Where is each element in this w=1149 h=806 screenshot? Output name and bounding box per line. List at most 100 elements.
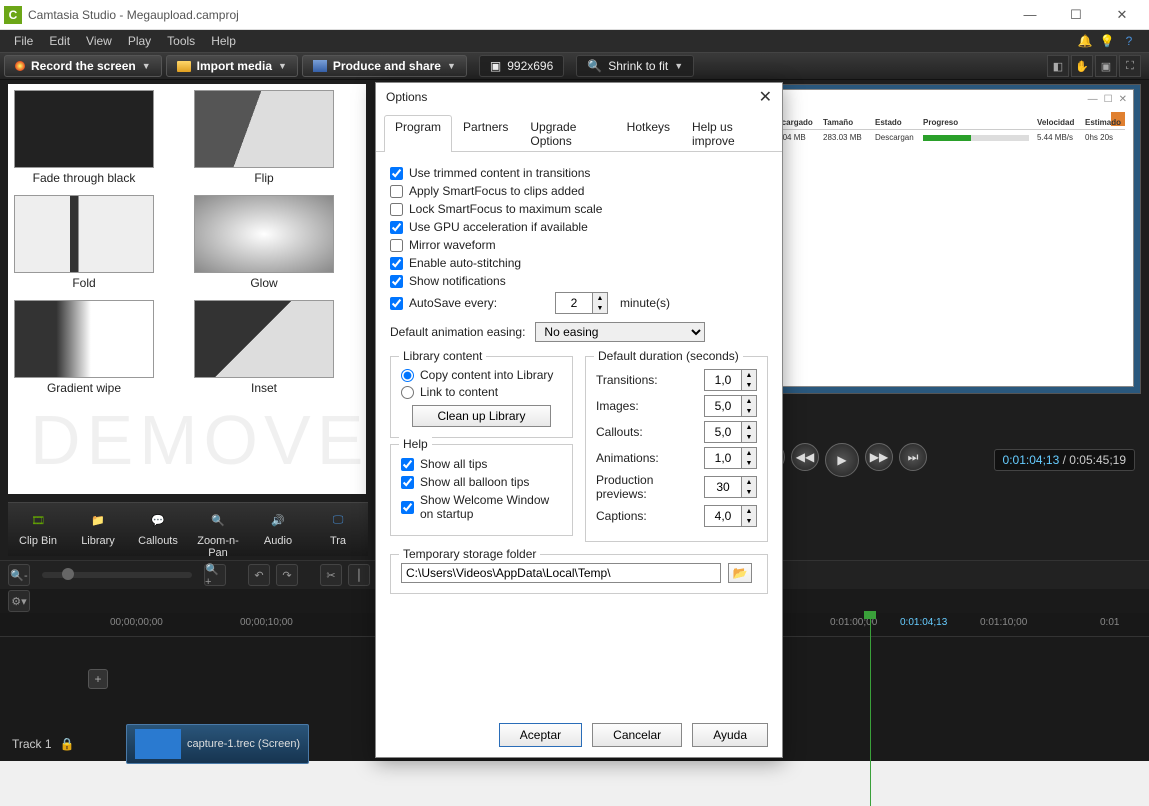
menu-file[interactable]: File bbox=[6, 32, 41, 50]
playhead[interactable] bbox=[870, 613, 871, 806]
spin-up[interactable]: ▲ bbox=[741, 506, 756, 516]
next-button[interactable]: ⏭ bbox=[899, 443, 927, 471]
undo-icon[interactable]: ↶ bbox=[248, 564, 270, 586]
welcome-checkbox[interactable] bbox=[401, 501, 414, 514]
help-icon[interactable]: ? bbox=[1121, 33, 1137, 49]
import-button[interactable]: Import media▼ bbox=[166, 55, 298, 77]
maximize-button[interactable]: ☐ bbox=[1053, 0, 1099, 30]
zoom-out-icon[interactable]: 🔍- bbox=[8, 564, 30, 586]
tab-partners[interactable]: Partners bbox=[452, 115, 519, 152]
stack-tool-icon[interactable]: ▣ bbox=[1095, 55, 1117, 77]
transition-item[interactable]: Flip bbox=[194, 90, 334, 185]
timeline-clip[interactable]: capture-1.trec (Screen) bbox=[126, 724, 309, 764]
gear-dropdown[interactable]: ⚙▾ bbox=[8, 590, 30, 612]
record-button[interactable]: Record the screen▼ bbox=[4, 55, 162, 77]
lock-smartfocus-checkbox[interactable] bbox=[390, 203, 403, 216]
trimmed-checkbox[interactable] bbox=[390, 167, 403, 180]
duration-input[interactable] bbox=[705, 477, 741, 497]
close-button[interactable]: ✕ bbox=[1099, 0, 1145, 30]
transition-item[interactable]: Gradient wipe bbox=[14, 300, 154, 395]
autosave-checkbox[interactable] bbox=[390, 297, 403, 310]
menu-view[interactable]: View bbox=[78, 32, 120, 50]
shrink-dropdown[interactable]: 🔍 Shrink to fit▼ bbox=[576, 55, 694, 77]
notify-checkbox[interactable] bbox=[390, 275, 403, 288]
spin-up[interactable]: ▲ bbox=[741, 396, 756, 406]
autostitch-checkbox[interactable] bbox=[390, 257, 403, 270]
transition-item[interactable]: Fold bbox=[14, 195, 154, 290]
tab-clipbin[interactable]: 🎞Clip Bin bbox=[8, 503, 68, 556]
zoom-in-icon[interactable]: 🔍+ bbox=[204, 564, 226, 586]
tab-callouts[interactable]: 💬Callouts bbox=[128, 503, 188, 556]
autosave-input[interactable] bbox=[556, 293, 592, 313]
tab-library[interactable]: 📁Library bbox=[68, 503, 128, 556]
duration-input[interactable] bbox=[705, 448, 741, 468]
close-icon[interactable]: ✕ bbox=[759, 87, 772, 107]
produce-button[interactable]: Produce and share▼ bbox=[302, 55, 467, 77]
help-button[interactable]: Ayuda bbox=[692, 723, 768, 747]
spin-down[interactable]: ▼ bbox=[741, 406, 756, 416]
browse-button[interactable]: 📂 bbox=[728, 563, 752, 583]
menu-edit[interactable]: Edit bbox=[41, 32, 78, 50]
duration-input[interactable] bbox=[705, 422, 741, 442]
spin-down[interactable]: ▼ bbox=[741, 380, 756, 390]
gpu-checkbox[interactable] bbox=[390, 221, 403, 234]
redo-icon[interactable]: ↷ bbox=[276, 564, 298, 586]
cut-icon[interactable]: ✂ bbox=[320, 564, 342, 586]
zoom-slider[interactable] bbox=[42, 572, 192, 578]
fullscreen-tool-icon[interactable]: ⛶ bbox=[1119, 55, 1141, 77]
library-fieldset: Library content Copy content into Librar… bbox=[390, 356, 573, 438]
transition-item[interactable]: Glow bbox=[194, 195, 334, 290]
copy-radio[interactable] bbox=[401, 369, 414, 382]
spin-up[interactable]: ▲ bbox=[741, 448, 756, 458]
mirror-checkbox[interactable] bbox=[390, 239, 403, 252]
time-display: 0:01:04;13 / 0:05:45;19 bbox=[994, 449, 1135, 471]
tab-transitions[interactable]: 🖵Tra bbox=[308, 503, 368, 556]
balloon-checkbox[interactable] bbox=[401, 476, 414, 489]
easing-select[interactable]: No easing bbox=[535, 322, 705, 342]
spin-up[interactable]: ▲ bbox=[741, 422, 756, 432]
transitions-panel: Fade through black Flip Fold Glow Gradie… bbox=[8, 84, 366, 494]
cleanup-button[interactable]: Clean up Library bbox=[412, 405, 550, 427]
tab-zoom[interactable]: 🔍Zoom-n-Pan bbox=[188, 503, 248, 556]
cancel-button[interactable]: Cancelar bbox=[592, 723, 682, 747]
spin-down[interactable]: ▼ bbox=[592, 303, 607, 313]
tab-hotkeys[interactable]: Hotkeys bbox=[616, 115, 681, 152]
crop-tool-icon[interactable]: ◧ bbox=[1047, 55, 1069, 77]
split-icon[interactable]: ⎮ bbox=[348, 564, 370, 586]
play-button[interactable]: ▶ bbox=[825, 443, 859, 477]
spin-up[interactable]: ▲ bbox=[741, 370, 756, 380]
bell-icon[interactable]: 🔔 bbox=[1077, 33, 1093, 49]
spin-down[interactable]: ▼ bbox=[741, 516, 756, 526]
tab-improve[interactable]: Help us improve bbox=[681, 115, 774, 152]
track-header[interactable]: Track 1 🔒 bbox=[0, 737, 120, 751]
tips-checkbox[interactable] bbox=[401, 458, 414, 471]
forward-button[interactable]: ▶▶ bbox=[865, 443, 893, 471]
ok-button[interactable]: Aceptar bbox=[499, 723, 582, 747]
spin-up[interactable]: ▲ bbox=[741, 477, 756, 487]
spin-up[interactable]: ▲ bbox=[592, 293, 607, 303]
temp-path-input[interactable] bbox=[401, 563, 721, 583]
add-track-button[interactable]: + bbox=[88, 669, 108, 689]
tab-audio[interactable]: 🔊Audio bbox=[248, 503, 308, 556]
smartfocus-checkbox[interactable] bbox=[390, 185, 403, 198]
transition-item[interactable]: Fade through black bbox=[14, 90, 154, 185]
rewind-button[interactable]: ◀◀ bbox=[791, 443, 819, 471]
duration-input[interactable] bbox=[705, 506, 741, 526]
menu-tools[interactable]: Tools bbox=[159, 32, 203, 50]
menu-help[interactable]: Help bbox=[203, 32, 244, 50]
lock-icon[interactable]: 🔒 bbox=[60, 737, 75, 751]
spin-down[interactable]: ▼ bbox=[741, 458, 756, 468]
spin-down[interactable]: ▼ bbox=[741, 432, 756, 442]
tab-program[interactable]: Program bbox=[384, 115, 452, 152]
bulb-icon[interactable]: 💡 bbox=[1099, 33, 1115, 49]
transition-item[interactable]: Inset bbox=[194, 300, 334, 395]
minimize-button[interactable]: — bbox=[1007, 0, 1053, 30]
hand-tool-icon[interactable]: ✋ bbox=[1071, 55, 1093, 77]
duration-input[interactable] bbox=[705, 370, 741, 390]
duration-input[interactable] bbox=[705, 396, 741, 416]
link-radio[interactable] bbox=[401, 386, 414, 399]
dimensions-display[interactable]: ▣ 992x696 bbox=[479, 55, 564, 77]
tab-upgrade[interactable]: Upgrade Options bbox=[519, 115, 615, 152]
menu-play[interactable]: Play bbox=[120, 32, 159, 50]
spin-down[interactable]: ▼ bbox=[741, 487, 756, 497]
